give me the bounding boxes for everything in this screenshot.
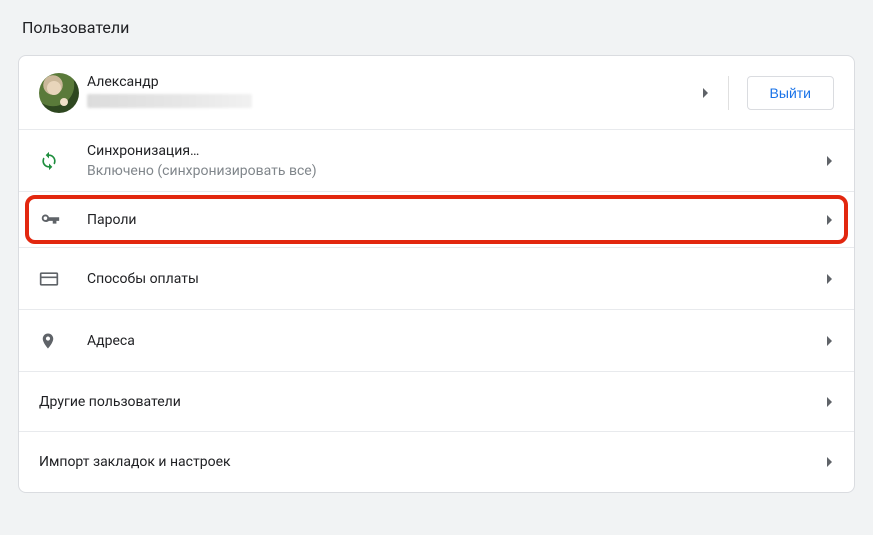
payment-title: Способы оплаты <box>87 271 818 287</box>
other-users-row[interactable]: Другие пользователи <box>19 372 854 432</box>
chevron-right-icon <box>702 87 710 99</box>
sync-icon <box>39 151 87 171</box>
passwords-row[interactable]: Пароли <box>19 192 854 248</box>
key-icon <box>39 209 87 231</box>
location-pin-icon <box>39 330 87 352</box>
import-title: Импорт закладок и настроек <box>39 454 818 470</box>
chevron-right-icon <box>826 214 834 226</box>
chevron-right-icon <box>826 155 834 167</box>
divider <box>728 76 729 110</box>
other-users-title: Другие пользователи <box>39 394 818 410</box>
user-account-row[interactable]: Александр Выйти <box>19 56 854 130</box>
user-name: Александр <box>87 74 694 90</box>
chevron-right-icon <box>826 335 834 347</box>
chevron-right-icon <box>826 456 834 468</box>
page-title: Пользователи <box>22 18 855 37</box>
avatar <box>39 73 87 113</box>
chevron-right-icon <box>826 273 834 285</box>
sync-row[interactable]: Синхронизация… Включено (синхронизироват… <box>19 130 854 192</box>
sync-title: Синхронизация… <box>87 143 818 159</box>
passwords-title: Пароли <box>87 212 818 228</box>
credit-card-icon <box>39 269 87 289</box>
import-bookmarks-row[interactable]: Импорт закладок и настроек <box>19 432 854 492</box>
payment-methods-row[interactable]: Способы оплаты <box>19 248 854 310</box>
sign-out-button[interactable]: Выйти <box>747 76 834 110</box>
sync-subtitle: Включено (синхронизировать все) <box>87 163 818 179</box>
user-info: Александр <box>87 74 694 112</box>
addresses-row[interactable]: Адреса <box>19 310 854 372</box>
chevron-right-icon <box>826 396 834 408</box>
user-email-redacted <box>87 94 694 112</box>
settings-card: Александр Выйти Синхронизация… Включено … <box>18 55 855 493</box>
addresses-title: Адреса <box>87 333 818 349</box>
